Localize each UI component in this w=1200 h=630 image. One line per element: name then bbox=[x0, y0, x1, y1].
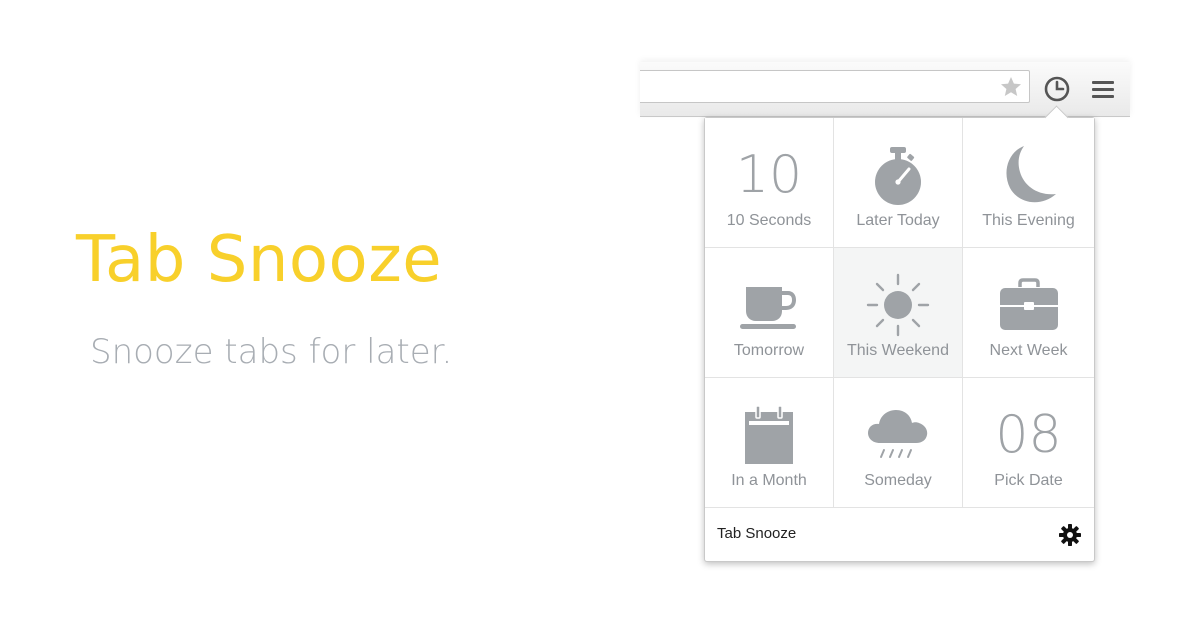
option-label: Next Week bbox=[989, 342, 1068, 359]
moon-icon bbox=[963, 140, 1094, 210]
gear-icon[interactable] bbox=[1058, 523, 1082, 547]
rain-cloud-icon bbox=[834, 400, 962, 470]
address-bar[interactable] bbox=[640, 70, 1030, 103]
option-later-today[interactable]: Later Today bbox=[834, 118, 963, 248]
option-label: Tomorrow bbox=[733, 342, 805, 359]
popup-footer: Tab Snooze bbox=[705, 509, 1094, 561]
calendar-icon bbox=[705, 400, 833, 470]
option-label: In a Month bbox=[731, 472, 807, 489]
number-08-icon: 08 bbox=[995, 405, 1062, 465]
coffee-cup-icon bbox=[705, 270, 833, 340]
option-label: Pick Date bbox=[994, 472, 1063, 489]
number-10-icon: 10 bbox=[735, 145, 803, 205]
stopwatch-icon bbox=[834, 140, 962, 210]
option-next-week[interactable]: Next Week bbox=[963, 248, 1094, 378]
option-pick-date[interactable]: 08 Pick Date bbox=[963, 378, 1094, 508]
hero-title: Tab Snooze bbox=[76, 223, 443, 297]
snooze-popup: 10 10 Seconds Later Today This Evening T… bbox=[704, 117, 1095, 562]
option-in-a-month[interactable]: In a Month bbox=[705, 378, 834, 508]
hero-subtitle: Snooze tabs for later. bbox=[90, 332, 453, 372]
star-icon[interactable] bbox=[999, 75, 1023, 99]
option-someday[interactable]: Someday bbox=[834, 378, 963, 508]
option-10-seconds[interactable]: 10 10 Seconds bbox=[705, 118, 834, 248]
option-this-weekend[interactable]: This Weekend bbox=[834, 248, 963, 378]
snooze-clock-icon[interactable] bbox=[1042, 74, 1072, 104]
option-label: This Weekend bbox=[847, 342, 949, 359]
option-label: Later Today bbox=[856, 212, 940, 229]
hamburger-menu-icon[interactable] bbox=[1090, 77, 1116, 101]
briefcase-icon bbox=[963, 270, 1094, 340]
option-this-evening[interactable]: This Evening bbox=[963, 118, 1094, 248]
snooze-options-grid: 10 10 Seconds Later Today This Evening T… bbox=[705, 118, 1094, 508]
footer-title: Tab Snooze bbox=[717, 525, 797, 542]
option-label: 10 Seconds bbox=[726, 212, 812, 229]
sun-icon bbox=[834, 270, 962, 340]
option-label: This Evening bbox=[982, 212, 1075, 229]
option-tomorrow[interactable]: Tomorrow bbox=[705, 248, 834, 378]
option-label: Someday bbox=[864, 472, 932, 489]
